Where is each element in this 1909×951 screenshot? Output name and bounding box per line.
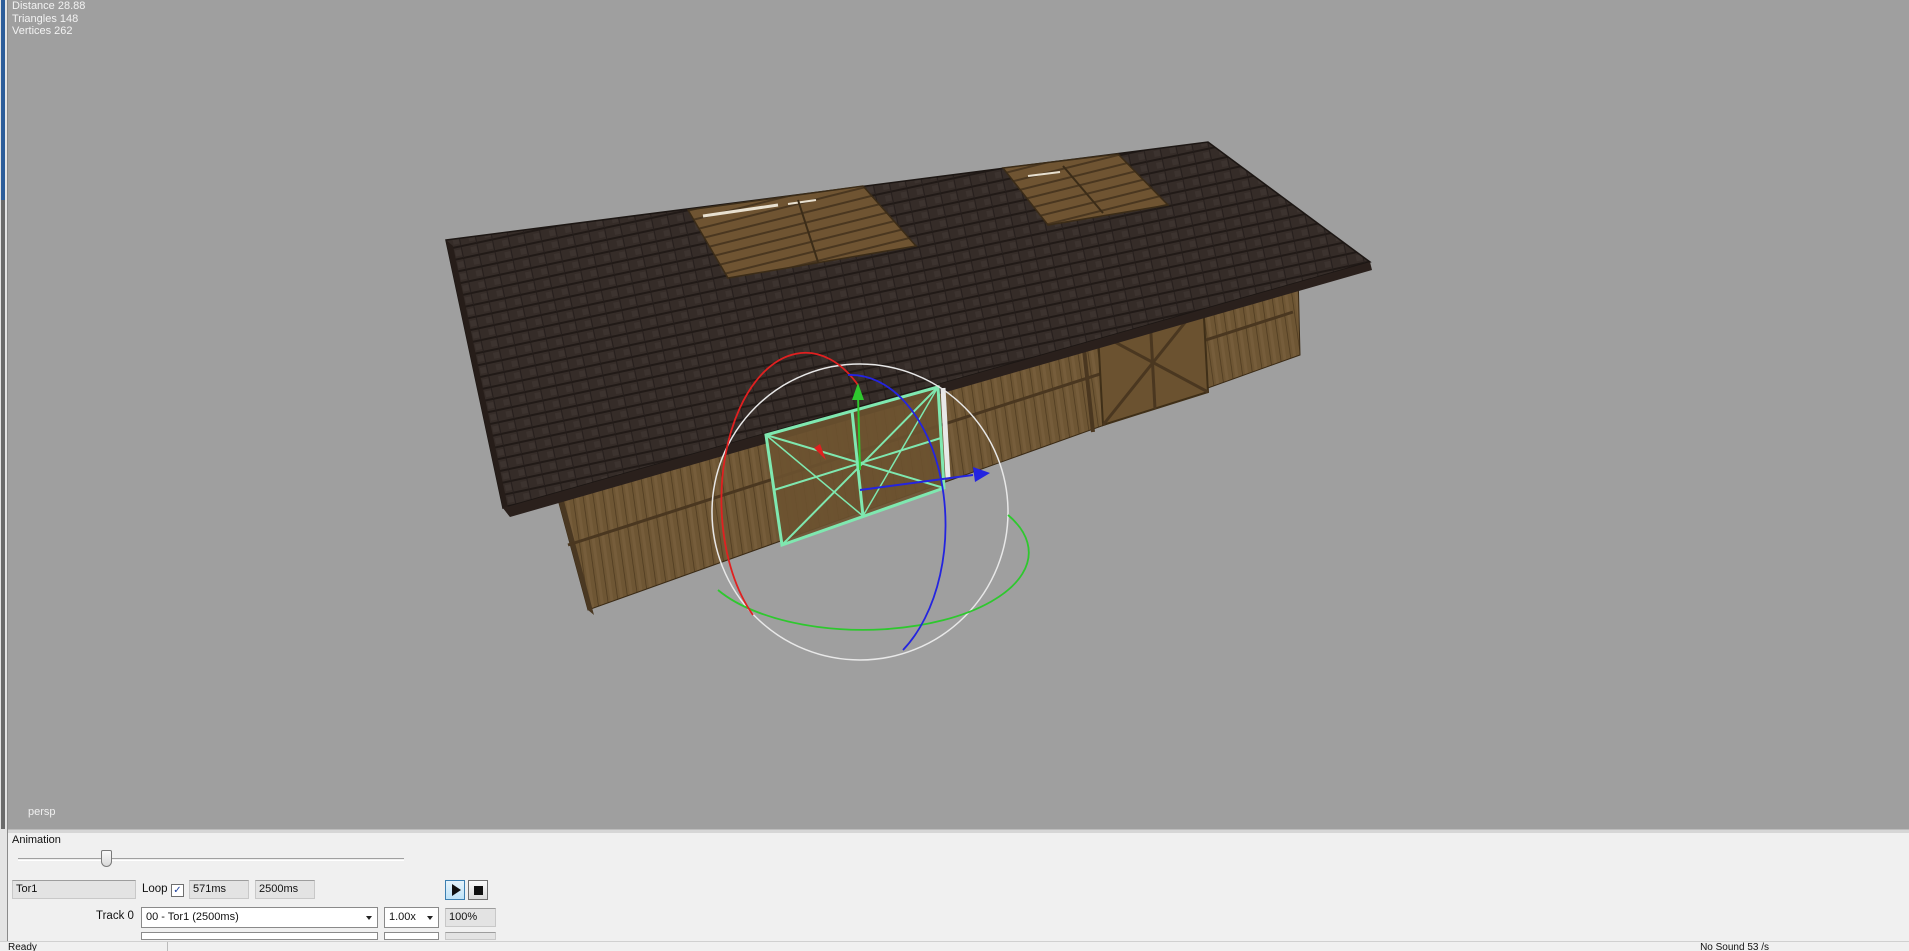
scene-render (445, 141, 1372, 661)
loop-checkbox[interactable]: ✓ (171, 884, 184, 897)
status-left-text: Ready (8, 942, 37, 951)
camera-label: persp (28, 806, 56, 818)
render-stats: Distance 28.88 Triangles 148 Vertices 26… (12, 0, 85, 38)
left-dock-edge (0, 0, 8, 951)
track-select-partial[interactable] (141, 932, 378, 940)
weight-field-partial[interactable] (445, 932, 496, 940)
loop-label: Loop (142, 883, 168, 895)
speed-select[interactable]: 1.00x (384, 907, 439, 928)
timeline-slider-track[interactable] (18, 858, 404, 861)
play-button[interactable] (445, 880, 465, 900)
track-select-value: 00 - Tor1 (2500ms) (146, 911, 239, 923)
animation-panel: Animation Tor1 Loop ✓ 571ms 2500ms Track… (8, 833, 1909, 941)
track-select[interactable]: 00 - Tor1 (2500ms) (141, 907, 378, 928)
play-icon (451, 884, 461, 896)
speed-select-value: 1.00x (389, 911, 416, 923)
distance-stat: Distance 28.88 (12, 0, 86, 12)
stop-button[interactable] (468, 880, 488, 900)
status-bar: Ready No Sound 53 /s (0, 941, 1909, 951)
vertices-stat: Vertices 262 (12, 25, 73, 37)
current-time-field[interactable]: 571ms (189, 880, 249, 899)
stop-icon (473, 885, 483, 895)
panel-title: Animation (12, 834, 61, 846)
speed-select-partial[interactable] (384, 932, 439, 940)
timeline-slider-thumb[interactable] (101, 850, 112, 867)
chevron-down-icon (427, 916, 433, 920)
weight-field[interactable]: 100% (445, 908, 496, 927)
triangles-stat: Triangles 148 (12, 12, 79, 25)
3d-viewport[interactable]: Distance 28.88 Triangles 148 Vertices 26… (8, 0, 1909, 829)
track-label: Track 0 (96, 910, 134, 922)
total-time-field[interactable]: 2500ms (255, 880, 315, 899)
animation-name-field[interactable]: Tor1 (12, 880, 136, 899)
chevron-down-icon (366, 916, 372, 920)
app-window: Distance 28.88 Triangles 148 Vertices 26… (0, 0, 1909, 951)
status-right-text: No Sound 53 /s (1700, 942, 1769, 951)
